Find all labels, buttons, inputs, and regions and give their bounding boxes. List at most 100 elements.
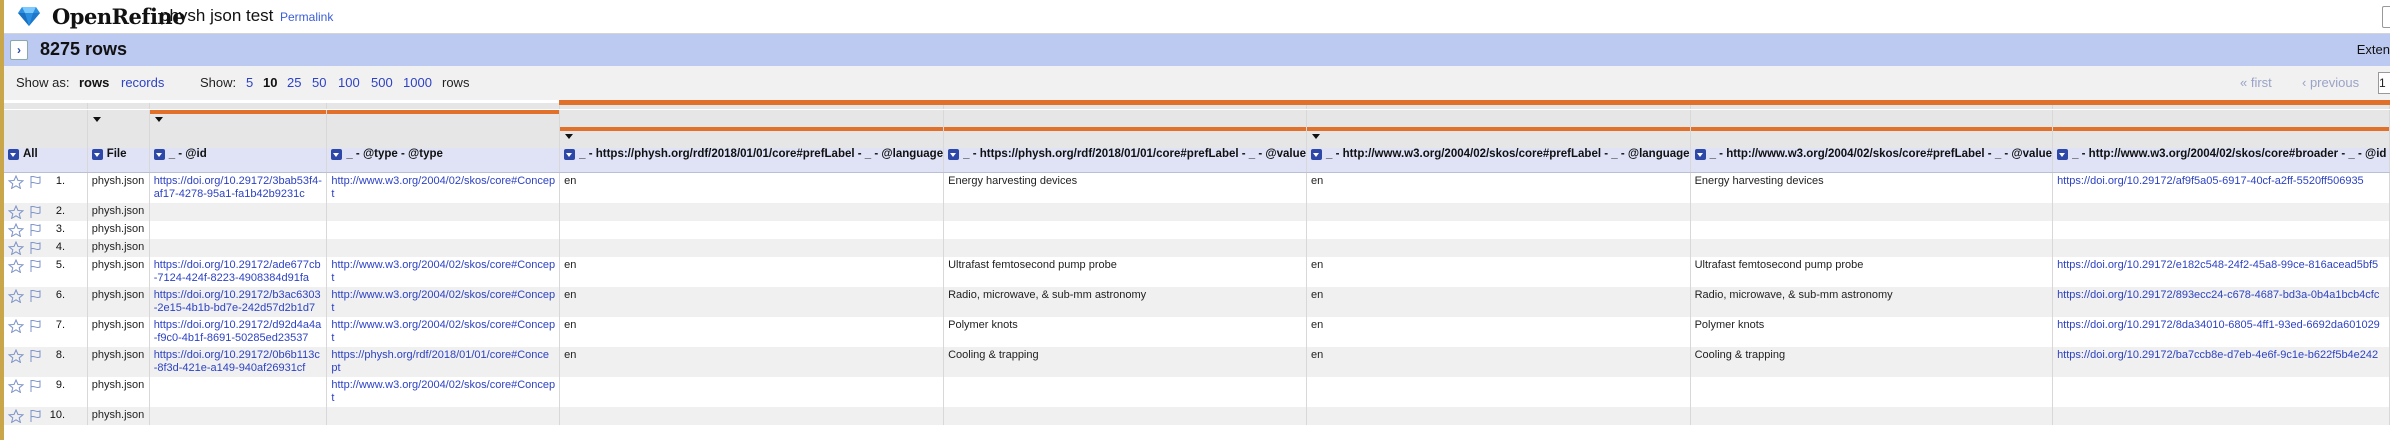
previous-page-link[interactable]: ‹ previous (2302, 75, 2359, 90)
cell-type[interactable]: http://www.w3.org/2004/02/skos/core#Conc… (326, 172, 561, 203)
permalink-link[interactable]: Permalink (280, 10, 333, 24)
cell-broader-link[interactable]: https://doi.org/10.29172/ba7ccb8e-d7eb-4… (2057, 349, 2378, 361)
cell-id[interactable] (149, 407, 328, 425)
cell-type-link[interactable]: http://www.w3.org/2004/02/skos/core#Conc… (331, 319, 555, 344)
cell-physh-language[interactable]: en (559, 347, 945, 377)
cell-physh-value[interactable] (943, 221, 1308, 239)
first-page-link[interactable]: « first (2240, 75, 2272, 90)
page-size-1000[interactable]: 1000 (403, 75, 432, 90)
cell-skos-language[interactable]: en (1306, 172, 1691, 203)
column-header-file[interactable]: File (87, 148, 150, 173)
cell-id[interactable]: https://doi.org/10.29172/0b6b113c-8f3d-4… (149, 347, 328, 377)
cell-physh-language[interactable] (559, 203, 945, 221)
cell-physh-value[interactable]: Energy harvesting devices (943, 172, 1308, 203)
cell-type-link[interactable]: http://www.w3.org/2004/02/skos/core#Conc… (331, 379, 555, 404)
cell-broader-id[interactable]: https://doi.org/10.29172/893ecc24-c678-4… (2052, 287, 2390, 317)
column-header-all[interactable]: All (4, 148, 88, 173)
cell-id-link[interactable]: https://doi.org/10.29172/0b6b113c-8f3d-4… (154, 349, 320, 374)
cell-broader-id[interactable]: https://doi.org/10.29172/af9f5a05-6917-4… (2052, 172, 2390, 203)
cell-skos-value[interactable] (1690, 203, 2054, 221)
cell-id[interactable]: https://doi.org/10.29172/b3ac6303-2e15-4… (149, 287, 328, 317)
cell-type[interactable] (326, 239, 561, 257)
flag-icon[interactable] (27, 379, 43, 393)
cell-physh-language[interactable] (559, 377, 945, 407)
cell-file[interactable]: physh.json (87, 347, 150, 377)
star-icon[interactable] (7, 174, 25, 190)
cell-skos-value[interactable] (1690, 221, 2054, 239)
cell-broader-id[interactable] (2052, 221, 2390, 239)
cell-skos-value[interactable] (1690, 377, 2054, 407)
cell-type[interactable]: http://www.w3.org/2004/02/skos/core#Conc… (326, 377, 561, 407)
page-size-100[interactable]: 100 (338, 75, 360, 90)
column-header-physh-value[interactable]: _ - https://physh.org/rdf/2018/01/01/cor… (943, 148, 1308, 173)
cell-file[interactable]: physh.json (87, 407, 150, 425)
flag-icon[interactable] (27, 259, 43, 273)
cell-file[interactable]: physh.json (87, 221, 150, 239)
column-menu-icon[interactable] (1694, 148, 1706, 160)
toggle-left-panel-button[interactable]: › (10, 40, 28, 60)
cell-physh-value[interactable]: Cooling & trapping (943, 347, 1308, 377)
cell-skos-language[interactable] (1306, 221, 1691, 239)
cell-type[interactable] (326, 221, 561, 239)
cell-physh-language[interactable]: en (559, 172, 945, 203)
cell-broader-link[interactable]: https://doi.org/10.29172/893ecc24-c678-4… (2057, 289, 2379, 301)
cell-type[interactable]: http://www.w3.org/2004/02/skos/core#Conc… (326, 317, 561, 347)
column-header-physh-language[interactable]: _ - https://physh.org/rdf/2018/01/01/cor… (559, 148, 945, 173)
cell-skos-value[interactable]: Energy harvesting devices (1690, 172, 2054, 203)
cell-skos-language[interactable] (1306, 377, 1691, 407)
cell-physh-value[interactable]: Radio, microwave, & sub-mm astronomy (943, 287, 1308, 317)
page-size-50[interactable]: 50 (312, 75, 326, 90)
cell-physh-language[interactable]: en (559, 257, 945, 287)
cell-file[interactable]: physh.json (87, 257, 150, 287)
cell-broader-id[interactable] (2052, 239, 2390, 257)
cell-physh-value[interactable] (943, 407, 1308, 425)
cell-physh-value[interactable]: Polymer knots (943, 317, 1308, 347)
cell-id[interactable] (149, 239, 328, 257)
cell-type[interactable] (326, 407, 561, 425)
group-menu-icon[interactable] (154, 117, 163, 122)
cell-broader-id[interactable] (2052, 407, 2390, 425)
group-menu-icon[interactable] (92, 117, 101, 122)
cell-broader-id[interactable]: https://doi.org/10.29172/ba7ccb8e-d7eb-4… (2052, 347, 2390, 377)
cell-type[interactable]: http://www.w3.org/2004/02/skos/core#Conc… (326, 257, 561, 287)
cell-physh-language[interactable] (559, 407, 945, 425)
cell-physh-language[interactable] (559, 239, 945, 257)
cell-file[interactable]: physh.json (87, 203, 150, 221)
cell-broader-link[interactable]: https://doi.org/10.29172/af9f5a05-6917-4… (2057, 175, 2364, 187)
flag-icon[interactable] (27, 319, 43, 333)
show-as-rows[interactable]: rows (79, 75, 109, 90)
cell-broader-id[interactable] (2052, 377, 2390, 407)
column-header-broader-id[interactable]: _ - http://www.w3.org/2004/02/skos/core#… (2052, 148, 2390, 173)
group-menu-icon[interactable] (565, 134, 574, 139)
flag-icon[interactable] (27, 409, 43, 423)
cell-id[interactable] (149, 203, 328, 221)
column-menu-icon[interactable] (948, 148, 960, 160)
cell-file[interactable]: physh.json (87, 287, 150, 317)
column-menu-icon[interactable] (8, 148, 19, 160)
cell-skos-language[interactable]: en (1306, 287, 1691, 317)
star-icon[interactable] (7, 222, 25, 238)
cell-id-link[interactable]: https://doi.org/10.29172/d92d4a4a-f9c0-4… (154, 319, 322, 344)
cell-type[interactable]: http://www.w3.org/2004/02/skos/core#Conc… (326, 287, 561, 317)
column-header-skos-language[interactable]: _ - http://www.w3.org/2004/02/skos/core#… (1306, 148, 1691, 173)
cell-type[interactable] (326, 203, 561, 221)
cell-file[interactable]: physh.json (87, 317, 150, 347)
cell-skos-language[interactable] (1306, 239, 1691, 257)
cell-skos-language[interactable]: en (1306, 317, 1691, 347)
star-icon[interactable] (7, 288, 25, 304)
cell-file[interactable]: physh.json (87, 377, 150, 407)
cell-physh-value[interactable] (943, 377, 1308, 407)
cell-broader-id[interactable]: https://doi.org/10.29172/8da34010-6805-4… (2052, 317, 2390, 347)
cell-skos-value[interactable]: Polymer knots (1690, 317, 2054, 347)
cell-skos-value[interactable]: Radio, microwave, & sub-mm astronomy (1690, 287, 2054, 317)
star-icon[interactable] (7, 348, 25, 364)
flag-icon[interactable] (27, 175, 43, 189)
cell-broader-id[interactable]: https://doi.org/10.29172/e182c548-24f2-4… (2052, 257, 2390, 287)
cell-id[interactable]: https://doi.org/10.29172/ade677cb-7124-4… (149, 257, 328, 287)
page-size-10[interactable]: 10 (263, 75, 277, 90)
star-icon[interactable] (7, 240, 25, 256)
cell-broader-link[interactable]: https://doi.org/10.29172/8da34010-6805-4… (2057, 319, 2380, 331)
cell-skos-language[interactable] (1306, 203, 1691, 221)
cell-skos-value[interactable]: Cooling & trapping (1690, 347, 2054, 377)
star-icon[interactable] (7, 204, 25, 220)
